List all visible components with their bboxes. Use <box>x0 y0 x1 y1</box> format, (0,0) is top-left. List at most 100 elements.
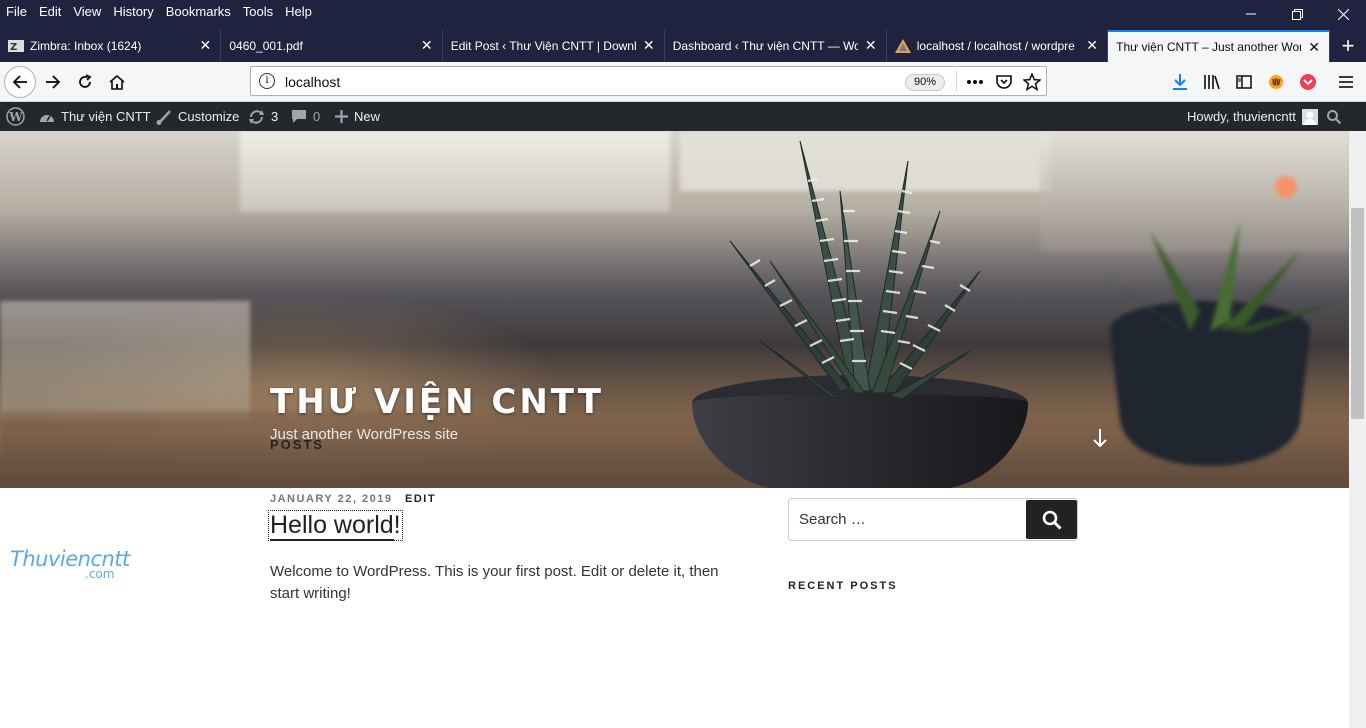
admin-search-button[interactable] <box>1327 102 1341 131</box>
pocket-button[interactable] <box>994 72 1014 92</box>
more-dots-icon <box>967 80 983 84</box>
menu-bookmarks[interactable]: Bookmarks <box>166 4 231 19</box>
home-icon <box>109 74 125 90</box>
page-actions-button[interactable] <box>965 72 985 92</box>
menu-edit[interactable]: Edit <box>39 4 61 19</box>
menu-file[interactable]: File <box>6 4 27 19</box>
zebra-plant-image <box>692 141 1028 488</box>
window-controls <box>1228 0 1366 28</box>
site-name-menu[interactable]: Thư viện CNTT <box>39 102 151 131</box>
customize-link[interactable]: Customize <box>156 102 239 131</box>
close-window-button[interactable] <box>1320 0 1366 28</box>
url-bar[interactable]: i localhost 90% <box>250 66 1047 96</box>
sidebar-icon <box>1236 75 1252 89</box>
tab-title: Zimbra: Inbox (1624) <box>30 39 142 53</box>
title-bar: File Edit View History Bookmarks Tools H… <box>0 0 1366 62</box>
star-icon <box>1023 73 1041 91</box>
home-button[interactable] <box>102 67 132 97</box>
zimbra-icon: Z <box>8 38 24 54</box>
posts-heading: POSTS <box>270 437 325 452</box>
reload-icon <box>79 74 92 88</box>
arrow-down-icon <box>1093 429 1107 448</box>
tab-dashboard[interactable]: Dashboard ‹ Thư viện CNTT — Wo ✕ <box>665 30 887 62</box>
bookmark-star-button[interactable] <box>1022 72 1042 92</box>
tab-close-icon[interactable]: ✕ <box>1307 40 1321 54</box>
new-tab-button[interactable]: + <box>1330 30 1366 62</box>
menu-view[interactable]: View <box>73 4 101 19</box>
library-button[interactable] <box>1200 70 1224 94</box>
browser-window: File Edit View History Bookmarks Tools H… <box>0 0 1366 728</box>
tab-title: Thư viện CNTT – Just another Wor <box>1116 40 1302 54</box>
comments-count: 0 <box>313 109 321 124</box>
post-edit-link[interactable]: EDIT <box>405 493 436 505</box>
updates-link[interactable]: 3 <box>248 102 278 131</box>
updates-count: 3 <box>271 109 279 124</box>
menu-history[interactable]: History <box>113 4 153 19</box>
comment-bubble-icon <box>291 109 307 124</box>
paintbrush-icon <box>156 109 172 125</box>
svg-text:Z: Z <box>10 42 17 53</box>
tab-title: Edit Post ‹ Thư Viện CNTT | Downlo <box>450 39 636 53</box>
tab-title: 0460_001.pdf <box>229 39 303 53</box>
reload-button[interactable] <box>70 67 100 97</box>
tab-close-icon[interactable]: ✕ <box>1085 38 1099 52</box>
tab-active-site[interactable]: Thư viện CNTT – Just another Wor ✕ <box>1108 30 1331 62</box>
menu-tools[interactable]: Tools <box>243 4 273 19</box>
post-title-underline <box>270 539 394 541</box>
tab-close-icon[interactable]: ✕ <box>864 38 878 52</box>
navigation-toolbar: i localhost 90% W <box>0 62 1366 102</box>
wp-logo-menu[interactable]: W <box>6 102 25 131</box>
customize-label: Customize <box>178 109 240 124</box>
avatar <box>1301 108 1318 125</box>
tab-close-icon[interactable]: ✕ <box>642 38 656 52</box>
scroll-down-button[interactable] <box>1090 426 1110 450</box>
tab-edit-post[interactable]: Edit Post ‹ Thư Viện CNTT | Downlo ✕ <box>443 30 665 62</box>
page-viewport: THƯ VIỆN CNTT Just another WordPress sit… <box>0 131 1366 728</box>
zoom-level-badge[interactable]: 90% <box>905 74 946 91</box>
plus-icon <box>335 110 348 123</box>
pocket-extension-button[interactable] <box>1296 70 1320 94</box>
my-account-menu[interactable]: Howdy, thuviencntt <box>1187 102 1318 131</box>
tab-phpmyadmin[interactable]: localhost / localhost / wordpre ✕ <box>887 30 1109 62</box>
minimize-icon <box>1246 13 1256 15</box>
table-blur <box>0 301 250 421</box>
extension-button[interactable]: W <box>1264 70 1288 94</box>
svg-text:W: W <box>1272 78 1281 87</box>
tab-close-icon[interactable]: ✕ <box>198 38 212 52</box>
search-submit-button[interactable] <box>1026 500 1077 539</box>
site-name-label: Thư viện CNTT <box>61 109 151 124</box>
plus-icon: + <box>1341 33 1355 58</box>
user-avatar-icon <box>1303 111 1316 125</box>
comments-link[interactable]: 0 <box>291 102 320 131</box>
tab-strip: Z Zimbra: Inbox (1624) ✕ 0460_001.pdf ✕ … <box>0 30 1366 62</box>
new-content-menu[interactable]: New <box>335 102 380 131</box>
library-icon <box>1204 75 1220 90</box>
post-date-link[interactable]: JANUARY 22, 2019 <box>270 493 392 505</box>
tab-title: Dashboard ‹ Thư viện CNTT — Wo <box>672 39 858 53</box>
site-title[interactable]: THƯ VIỆN CNTT <box>270 382 604 422</box>
pocket-red-icon <box>1300 74 1316 90</box>
phpmyadmin-icon <box>894 38 911 54</box>
minimize-button[interactable] <box>1228 0 1274 28</box>
blurred-plant-image <box>1100 221 1340 466</box>
back-button[interactable] <box>4 66 36 98</box>
post-excerpt: Welcome to WordPress. This is your first… <box>270 563 719 602</box>
hamburger-menu-button[interactable] <box>1334 70 1358 94</box>
tab-close-icon[interactable]: ✕ <box>420 38 434 52</box>
watermark-logo: Thuviencntt .com <box>10 547 130 581</box>
tab-pdf[interactable]: 0460_001.pdf ✕ <box>221 30 443 62</box>
sidebar-button[interactable] <box>1232 70 1256 94</box>
forward-button[interactable] <box>38 67 68 97</box>
url-text[interactable]: localhost <box>285 74 340 90</box>
scrollbar-thumb[interactable] <box>1351 208 1364 419</box>
restore-button[interactable] <box>1274 0 1320 28</box>
info-icon[interactable]: i <box>259 73 275 89</box>
dashboard-gauge-icon <box>39 110 55 124</box>
close-icon <box>1337 8 1349 20</box>
downloads-button[interactable] <box>1168 70 1192 94</box>
tab-zimbra[interactable]: Z Zimbra: Inbox (1624) ✕ <box>0 30 222 62</box>
search-input[interactable]: Search … <box>799 511 866 528</box>
search-icon <box>1327 109 1341 124</box>
menu-help[interactable]: Help <box>285 4 312 19</box>
post-title-link[interactable]: Hello world! <box>268 510 403 541</box>
